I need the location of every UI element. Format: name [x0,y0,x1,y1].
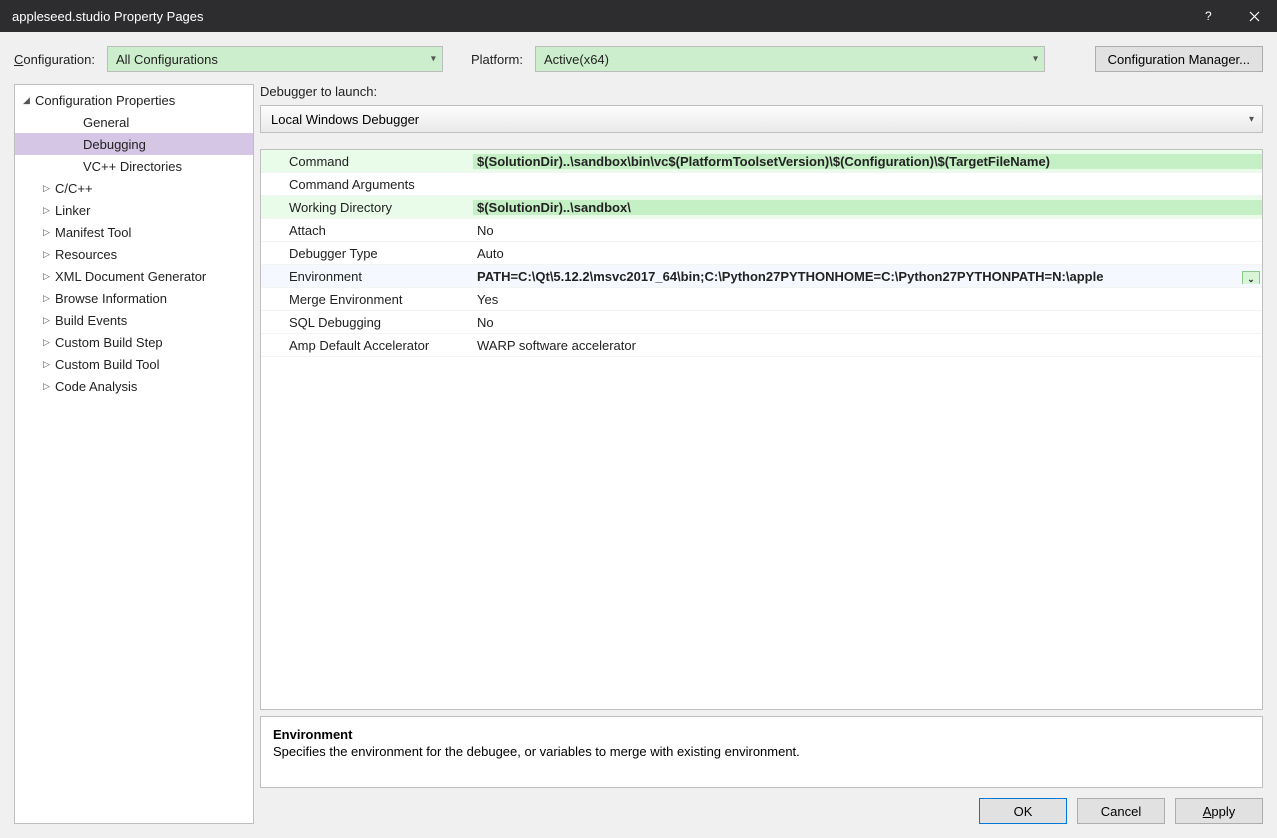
tree-item-manifest-tool[interactable]: ▷Manifest Tool [15,221,253,243]
debugger-launch-label: Debugger to launch: [260,84,1263,99]
property-value[interactable]: No [473,223,1262,238]
description-title: Environment [273,727,1250,742]
expand-icon[interactable]: ▷ [43,271,55,282]
close-button[interactable] [1231,0,1277,32]
tree-item-label: Manifest Tool [55,225,131,240]
tree-item-browse-information[interactable]: ▷Browse Information [15,287,253,309]
platform-label: Platform: [471,52,523,67]
tree-item-build-events[interactable]: ▷Build Events [15,309,253,331]
property-name: Debugger Type [261,246,473,261]
property-name: Attach [261,223,473,238]
expand-icon[interactable]: ▷ [43,381,55,392]
ok-button[interactable]: OK [979,798,1067,824]
config-bar: Configuration: All Configurations ▾ Plat… [14,46,1263,72]
property-value[interactable]: $(SolutionDir)..\sandbox\bin\vc$(Platfor… [473,154,1262,169]
tree-item-label: Build Events [55,313,127,328]
tree-item-label: Browse Information [55,291,167,306]
tree-item-label: XML Document Generator [55,269,206,284]
titlebar: appleseed.studio Property Pages ? [0,0,1277,32]
tree-item-debugging[interactable]: Debugging [15,133,253,155]
property-row[interactable]: Command$(SolutionDir)..\sandbox\bin\vc$(… [261,150,1262,173]
expand-icon[interactable]: ▷ [43,227,55,238]
tree-item-label: Linker [55,203,90,218]
property-name: Merge Environment [261,292,473,307]
tree-item-resources[interactable]: ▷Resources [15,243,253,265]
property-row[interactable]: Debugger TypeAuto [261,242,1262,265]
chevron-down-icon: ▾ [1033,54,1038,65]
tree-item-label: General [83,115,129,130]
property-row[interactable]: Merge EnvironmentYes [261,288,1262,311]
configuration-label: Configuration: [14,52,95,67]
config-tree[interactable]: ◢ Configuration Properties General Debugg… [14,84,254,824]
tree-item-label: Debugging [83,137,146,152]
tree-item-xml-document-generator[interactable]: ▷XML Document Generator [15,265,253,287]
collapse-icon[interactable]: ◢ [23,95,35,106]
expand-icon[interactable]: ▷ [43,205,55,216]
property-row[interactable]: Working Directory$(SolutionDir)..\sandbo… [261,196,1262,219]
tree-item-code-analysis[interactable]: ▷Code Analysis [15,375,253,397]
tree-item-label: VC++ Directories [83,159,182,174]
property-name: Amp Default Accelerator [261,338,473,353]
debugger-launch-value: Local Windows Debugger [271,112,419,127]
dropdown-icon[interactable]: ⌄ [1242,271,1260,284]
tree-root-label: Configuration Properties [35,93,175,108]
apply-button[interactable]: Apply [1175,798,1263,824]
property-value[interactable]: PATH=C:\Qt\5.12.2\msvc2017_64\bin;C:\Pyt… [473,269,1262,284]
chevron-down-icon: ▾ [1249,114,1254,125]
platform-value: Active(x64) [544,52,609,67]
expand-icon[interactable]: ▷ [43,183,55,194]
tree-item-custom-build-step[interactable]: ▷Custom Build Step [15,331,253,353]
tree-item-linker[interactable]: ▷Linker [15,199,253,221]
expand-icon[interactable]: ▷ [43,293,55,304]
property-row[interactable]: SQL DebuggingNo [261,311,1262,334]
tree-item-label: Custom Build Step [55,335,163,350]
property-value[interactable]: Yes [473,292,1262,307]
property-name: Command Arguments [261,177,473,192]
property-value[interactable]: No [473,315,1262,330]
tree-item-c-c-[interactable]: ▷C/C++ [15,177,253,199]
description-text: Specifies the environment for the debuge… [273,744,1250,759]
property-value[interactable]: WARP software accelerator [473,338,1262,353]
tree-item-label: Custom Build Tool [55,357,160,372]
chevron-down-icon: ▾ [431,54,436,65]
property-row[interactable]: Command Arguments [261,173,1262,196]
debugger-launch-combo[interactable]: Local Windows Debugger ▾ [260,105,1263,133]
platform-combo[interactable]: Active(x64) ▾ [535,46,1045,72]
property-grid[interactable]: Command$(SolutionDir)..\sandbox\bin\vc$(… [260,149,1263,710]
expand-icon[interactable]: ▷ [43,337,55,348]
expand-icon[interactable]: ▷ [43,315,55,326]
property-row[interactable]: Amp Default AcceleratorWARP software acc… [261,334,1262,357]
property-name: Command [261,154,473,169]
tree-item-label: C/C++ [55,181,93,196]
window-title: appleseed.studio Property Pages [12,9,204,24]
description-panel: Environment Specifies the environment fo… [260,716,1263,788]
property-name: Working Directory [261,200,473,215]
expand-icon[interactable]: ▷ [43,359,55,370]
help-button[interactable]: ? [1185,0,1231,32]
tree-item-label: Resources [55,247,117,262]
expand-icon[interactable]: ▷ [43,249,55,260]
tree-root[interactable]: ◢ Configuration Properties [15,89,253,111]
configuration-manager-button[interactable]: Configuration Manager... [1095,46,1263,72]
property-value[interactable]: Auto [473,246,1262,261]
property-row[interactable]: EnvironmentPATH=C:\Qt\5.12.2\msvc2017_64… [261,265,1262,288]
configuration-value: All Configurations [116,52,218,67]
property-value[interactable]: $(SolutionDir)..\sandbox\ [473,200,1262,215]
cancel-button[interactable]: Cancel [1077,798,1165,824]
property-row[interactable]: AttachNo [261,219,1262,242]
tree-item-vc-directories[interactable]: VC++ Directories [15,155,253,177]
property-name: SQL Debugging [261,315,473,330]
tree-item-label: Code Analysis [55,379,137,394]
dialog-footer: OK Cancel Apply [260,798,1263,824]
tree-item-general[interactable]: General [15,111,253,133]
configuration-combo[interactable]: All Configurations ▾ [107,46,443,72]
svg-text:?: ? [1205,10,1212,22]
tree-item-custom-build-tool[interactable]: ▷Custom Build Tool [15,353,253,375]
property-name: Environment [261,269,473,284]
